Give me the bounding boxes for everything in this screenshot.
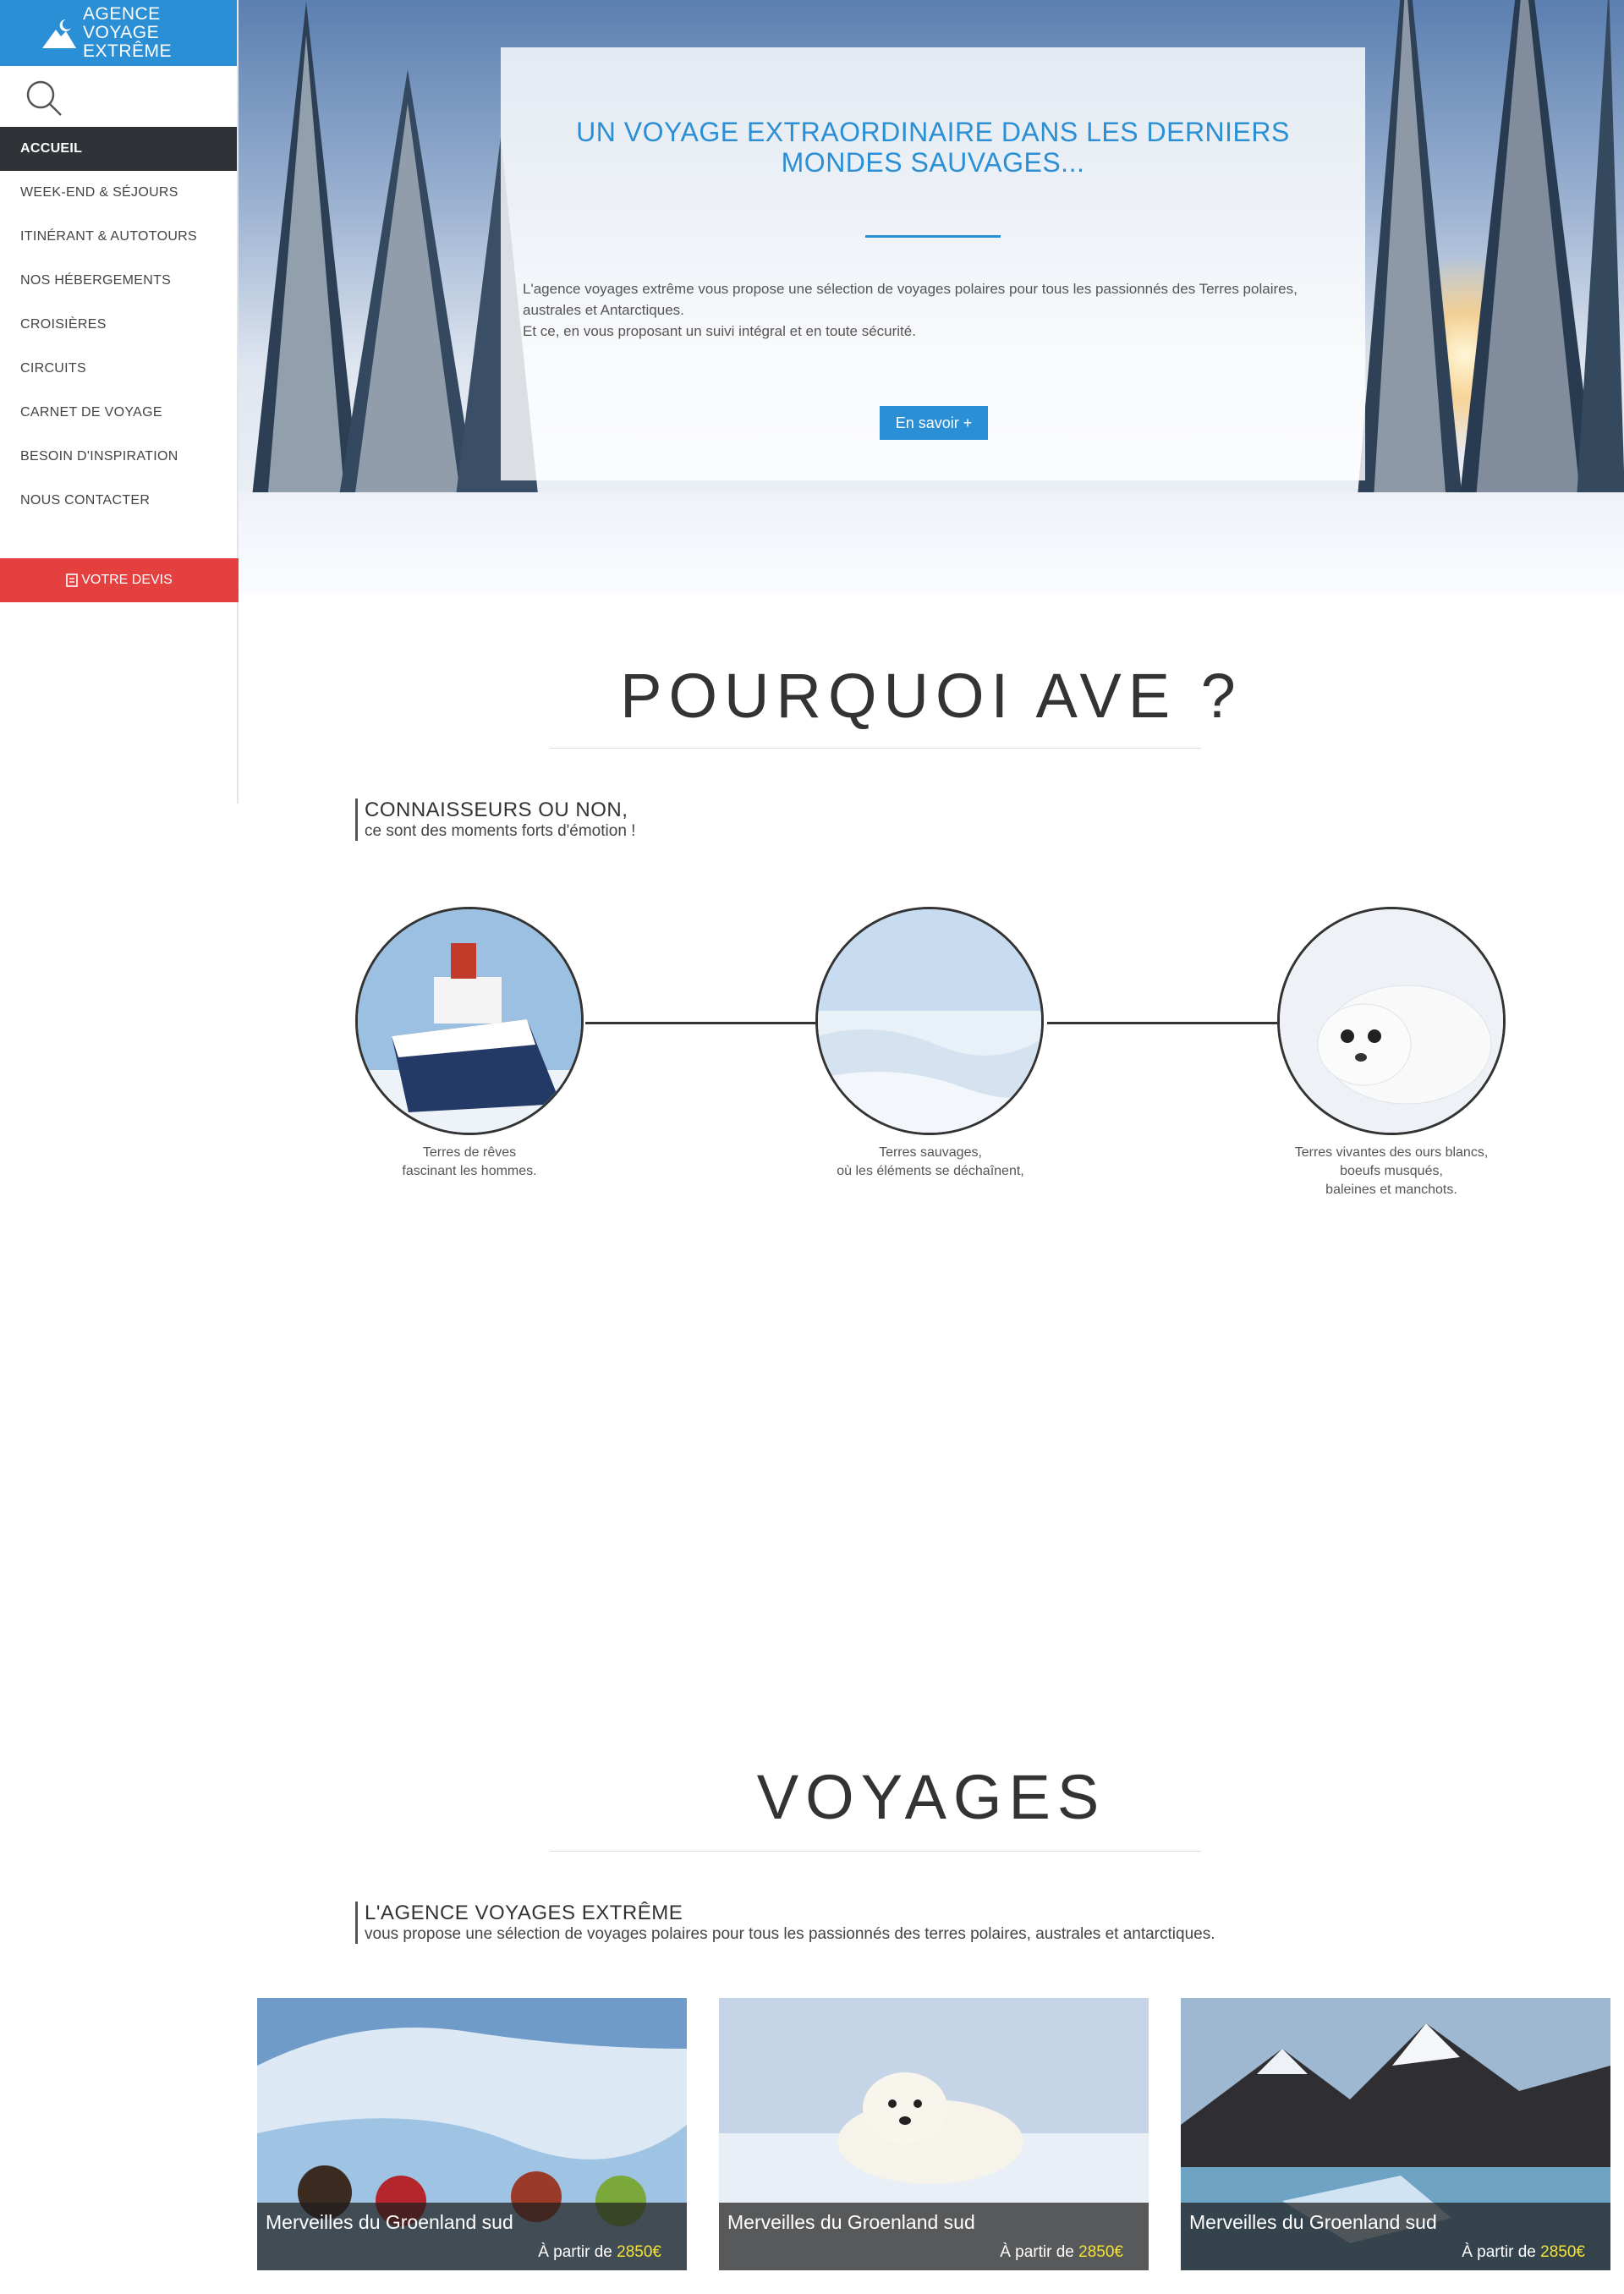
timeline-connector bbox=[585, 1022, 815, 1024]
nav-item-inspiration[interactable]: BESOIN D'INSPIRATION bbox=[0, 435, 237, 479]
brand-line-1: AGENCE bbox=[83, 4, 161, 24]
price-value: 2850€ bbox=[1078, 2243, 1123, 2261]
nav-item-weekend-sejours[interactable]: WEEK-END & SÉJOURS bbox=[0, 171, 237, 215]
voyage-card-caption: Merveilles du Groenland sud À partir de … bbox=[719, 2203, 1149, 2270]
nav-item-carnet-de-voyage[interactable]: CARNET DE VOYAGE bbox=[0, 391, 237, 435]
nav-item-hebergements[interactable]: NOS HÉBERGEMENTS bbox=[0, 259, 237, 303]
caption-line: boeufs musqués, bbox=[1340, 1164, 1443, 1178]
caption-wild-lands: Terres sauvages, où les éléments se déch… bbox=[795, 1144, 1066, 1181]
learn-more-button[interactable]: En savoir + bbox=[880, 406, 988, 440]
brand-logo[interactable]: AGENCE VOYAGE EXTRÊME bbox=[0, 0, 237, 66]
hero-text: L'agence voyages extrême vous propose un… bbox=[501, 278, 1365, 342]
why-intro: CONNAISSEURS OU NON, ce sont des moments… bbox=[355, 799, 635, 841]
price-value: 2850€ bbox=[1540, 2243, 1585, 2261]
voyages-intro-subtitle: vous propose une sélection de voyages po… bbox=[365, 1925, 1215, 1943]
search-icon bbox=[26, 80, 62, 116]
voyage-card-title: Merveilles du Groenland sud bbox=[1189, 2211, 1437, 2233]
voyage-card[interactable]: Merveilles du Groenland sud À partir de … bbox=[1181, 1998, 1610, 2270]
nav-item-croisieres[interactable]: CROISIÈRES bbox=[0, 303, 237, 347]
why-intro-subtitle: ce sont des moments forts d'émotion ! bbox=[365, 822, 636, 840]
price-prefix: À partir de bbox=[538, 2243, 612, 2261]
voyage-card-caption: Merveilles du Groenland sud À partir de … bbox=[257, 2203, 687, 2270]
voyage-card-price: À partir de 2850€ bbox=[1462, 2243, 1585, 2262]
caption-line: baleines et manchots. bbox=[1325, 1183, 1457, 1197]
hero-card: UN VOYAGE EXTRAORDINAIRE DANS LES DERNIE… bbox=[501, 47, 1365, 480]
voyage-card-title: Merveilles du Groenland sud bbox=[727, 2211, 975, 2233]
seal-pup-photo bbox=[1277, 907, 1506, 1135]
mountain-moon-icon bbox=[42, 19, 76, 48]
nav-item-circuits[interactable]: CIRCUITS bbox=[0, 347, 237, 391]
timeline-connector bbox=[1047, 1022, 1277, 1024]
voyage-card[interactable]: Merveilles du Groenland sud À partir de … bbox=[719, 1998, 1149, 2270]
voyages-section-divider bbox=[550, 1851, 1201, 1852]
price-value: 2850€ bbox=[617, 2243, 661, 2261]
seal-illustration bbox=[1280, 909, 1503, 1133]
nav-item-itinerant-autotours[interactable]: ITINÉRANT & AUTOTOURS bbox=[0, 215, 237, 259]
hero-banner: UN VOYAGE EXTRAORDINAIRE DANS LES DERNIE… bbox=[239, 0, 1624, 594]
caption-line: où les éléments se déchaînent, bbox=[837, 1164, 1024, 1178]
voyage-card[interactable]: Merveilles du Groenland sud À partir de … bbox=[257, 1998, 687, 2270]
brand-line-3: EXTRÊME bbox=[83, 41, 173, 61]
quote-button[interactable]: VOTRE DEVIS bbox=[0, 558, 239, 602]
caption-dream-lands: Terres de rêves fascinant les hommes. bbox=[334, 1144, 605, 1181]
voyages-intro-heading: L'AGENCE VOYAGES EXTRÊME bbox=[365, 1902, 683, 1924]
caption-line: Terres vivantes des ours blancs, bbox=[1294, 1145, 1489, 1160]
search-button[interactable] bbox=[0, 66, 237, 127]
document-icon bbox=[66, 574, 79, 587]
voyages-intro: L'AGENCE VOYAGES EXTRÊME vous propose un… bbox=[355, 1902, 1215, 1944]
ice-field-photo bbox=[815, 907, 1044, 1135]
voyage-card-title: Merveilles du Groenland sud bbox=[266, 2211, 513, 2233]
price-prefix: À partir de bbox=[1462, 2243, 1536, 2261]
hero-snow-ground bbox=[239, 492, 1624, 594]
caption-line: fascinant les hommes. bbox=[402, 1164, 537, 1178]
nav-item-accueil[interactable]: ACCUEIL bbox=[0, 127, 237, 171]
caption-line: Terres sauvages, bbox=[879, 1145, 982, 1160]
ship-illustration bbox=[358, 909, 581, 1133]
why-section-title: POURQUOI AVE ? bbox=[620, 661, 1243, 731]
ship-photo bbox=[355, 907, 584, 1135]
voyages-section-title: VOYAGES bbox=[756, 1762, 1106, 1832]
voyage-card-price: À partir de 2850€ bbox=[538, 2243, 661, 2262]
hero-forest-right bbox=[1355, 0, 1624, 526]
sidebar: AGENCE VOYAGE EXTRÊME ACCUEIL WEEK-END &… bbox=[0, 0, 239, 804]
hero-text-line-2: Et ce, en vous proposant un suivi intégr… bbox=[523, 323, 916, 339]
voyage-card-price: À partir de 2850€ bbox=[1000, 2243, 1123, 2262]
hero-divider bbox=[865, 235, 1001, 238]
price-prefix: À partir de bbox=[1000, 2243, 1074, 2261]
hero-forest-left bbox=[247, 2, 543, 543]
why-intro-heading: CONNAISSEURS OU NON, bbox=[365, 799, 628, 821]
ice-illustration bbox=[818, 909, 1041, 1133]
voyage-card-caption: Merveilles du Groenland sud À partir de … bbox=[1181, 2203, 1610, 2270]
why-section-divider bbox=[550, 748, 1201, 749]
hero-text-line-1: L'agence voyages extrême vous propose un… bbox=[523, 281, 1298, 318]
caption-line: Terres de rêves bbox=[422, 1145, 517, 1160]
nav-item-contact[interactable]: NOUS CONTACTER bbox=[0, 479, 237, 523]
quote-button-label: VOTRE DEVIS bbox=[81, 573, 173, 587]
caption-living-lands: Terres vivantes des ours blancs, boeufs … bbox=[1256, 1144, 1527, 1199]
hero-title: UN VOYAGE EXTRAORDINAIRE DANS LES DERNIE… bbox=[576, 117, 1290, 178]
brand-line-2: VOYAGE bbox=[83, 23, 160, 42]
main-nav: ACCUEIL WEEK-END & SÉJOURS ITINÉRANT & A… bbox=[0, 127, 237, 523]
